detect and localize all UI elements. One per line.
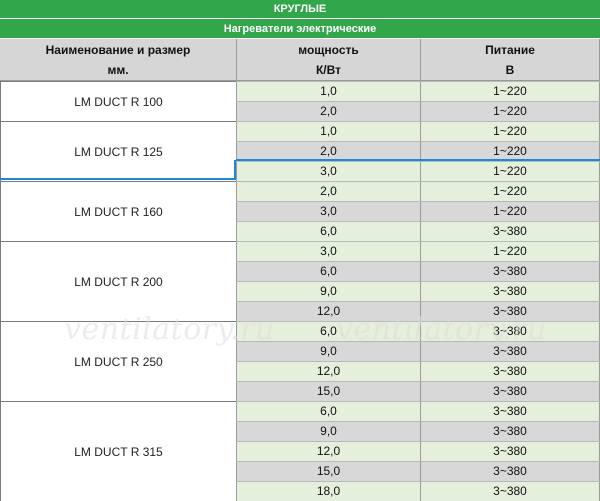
- table-row: 9,0 3~380: [236, 421, 600, 441]
- power-cell[interactable]: 3,0: [236, 202, 420, 221]
- supply-cell[interactable]: 1~220: [420, 122, 600, 141]
- table-row: 12,0 3~380: [236, 441, 600, 461]
- supply-cell[interactable]: 1~220: [420, 242, 600, 261]
- supply-cell[interactable]: 3~380: [420, 422, 600, 441]
- supply-cell[interactable]: 3~380: [420, 282, 600, 301]
- power-cell[interactable]: 6,0: [236, 222, 420, 241]
- table-row: 12,0 3~380: [236, 361, 600, 381]
- model-name-cell[interactable]: LM DUCT R 315: [0, 401, 236, 501]
- model-name-cell[interactable]: LM DUCT R 160: [0, 181, 236, 241]
- supply-cell[interactable]: 1~220: [420, 202, 600, 221]
- power-cell[interactable]: 12,0: [236, 362, 420, 381]
- supply-cell[interactable]: 1~220: [420, 102, 600, 121]
- table-row: 9,0 3~380: [236, 281, 600, 301]
- power-cell[interactable]: 18,0: [236, 482, 420, 501]
- header-supply: Питание В: [420, 39, 600, 81]
- supply-cell[interactable]: 3~380: [420, 402, 600, 421]
- table-row: 1,0 1~220: [236, 81, 600, 101]
- power-cell[interactable]: 15,0: [236, 382, 420, 401]
- model-name-cell[interactable]: LM DUCT R 100: [0, 81, 236, 121]
- model-group: LM DUCT R 125 1,0 1~220 2,0 1~220 3,0 1~220: [0, 121, 600, 181]
- power-cell[interactable]: 6,0: [236, 402, 420, 421]
- header-name-size: Наименование и размер мм.: [0, 39, 236, 81]
- header-supply-line2: В: [505, 63, 515, 77]
- model-group: LM DUCT R 160 2,0 1~220 3,0 1~220 6,0 3~380: [0, 181, 600, 241]
- supply-cell[interactable]: 3~380: [420, 262, 600, 281]
- header-power-line2: К/Вт: [315, 63, 342, 77]
- power-cell[interactable]: 1,0: [236, 82, 420, 101]
- table-header: Наименование и размер мм. мощность К/Вт …: [0, 39, 600, 81]
- power-cell[interactable]: 6,0: [236, 262, 420, 281]
- power-cell[interactable]: 2,0: [236, 102, 420, 121]
- supply-cell[interactable]: 3~380: [420, 442, 600, 461]
- header-name-size-line1: Наименование и размер: [45, 43, 191, 57]
- header-power-line1: мощность: [298, 43, 359, 57]
- table-row: 2,0 1~220: [236, 141, 600, 161]
- table-row: 18,0 3~380: [236, 481, 600, 501]
- table-row: 1,0 1~220: [236, 121, 600, 141]
- supply-cell[interactable]: 1~220: [420, 182, 600, 201]
- power-cell[interactable]: 3,0: [236, 242, 420, 261]
- table-row: 3,0 1~220: [236, 161, 600, 181]
- supply-cell[interactable]: 3~380: [420, 382, 600, 401]
- power-cell[interactable]: 2,0: [236, 182, 420, 201]
- spreadsheet-table: КРУГЛЫЕ Нагреватели электрические Наимен…: [0, 0, 600, 501]
- model-name-cell[interactable]: LM DUCT R 200: [0, 241, 236, 321]
- header-supply-line1: Питание: [485, 43, 535, 57]
- table-row: 2,0 1~220: [236, 101, 600, 121]
- cell-selection-left: [234, 160, 236, 180]
- cell-selection-top: [236, 159, 600, 161]
- power-cell[interactable]: 12,0: [236, 442, 420, 461]
- supply-cell[interactable]: 3~380: [420, 482, 600, 501]
- power-cell[interactable]: 9,0: [236, 282, 420, 301]
- table-row: 6,0 3~380: [236, 221, 600, 241]
- supply-cell[interactable]: 1~220: [420, 162, 600, 181]
- model-group: LM DUCT R 100 1,0 1~220 2,0 1~220: [0, 81, 600, 121]
- table-row: 6,0 3~380: [236, 401, 600, 421]
- supply-cell[interactable]: 3~380: [420, 362, 600, 381]
- watermark-left: ventilatory.ru: [64, 312, 275, 347]
- table-row: 3,0 1~220: [236, 201, 600, 221]
- supply-cell[interactable]: 1~220: [420, 82, 600, 101]
- cell-selection-bottom-left: [0, 178, 236, 180]
- power-cell[interactable]: 3,0: [236, 162, 420, 181]
- header-power: мощность К/Вт: [236, 39, 420, 81]
- power-cell[interactable]: 15,0: [236, 462, 420, 481]
- power-cell[interactable]: 9,0: [236, 422, 420, 441]
- table-subtitle: Нагреватели электрические: [0, 19, 600, 39]
- supply-cell[interactable]: 3~380: [420, 222, 600, 241]
- table-title: КРУГЛЫЕ: [0, 0, 600, 19]
- watermark-right: ventilatory.ru: [336, 312, 547, 347]
- table-row: 3,0 1~220: [236, 241, 600, 261]
- table-row: 15,0 3~380: [236, 381, 600, 401]
- supply-cell[interactable]: 3~380: [420, 462, 600, 481]
- model-name-cell[interactable]: LM DUCT R 125: [0, 121, 236, 181]
- header-name-size-line2: мм.: [107, 63, 129, 77]
- power-cell[interactable]: 1,0: [236, 122, 420, 141]
- table-row: 6,0 3~380: [236, 261, 600, 281]
- model-group: LM DUCT R 315 6,0 3~380 9,0 3~380 12,0 3~380 15…: [0, 401, 600, 501]
- table-row: 15,0 3~380: [236, 461, 600, 481]
- model-group: LM DUCT R 200 3,0 1~220 6,0 3~380 9,0 3~380 12,…: [0, 241, 600, 321]
- table-row: 2,0 1~220: [236, 181, 600, 201]
